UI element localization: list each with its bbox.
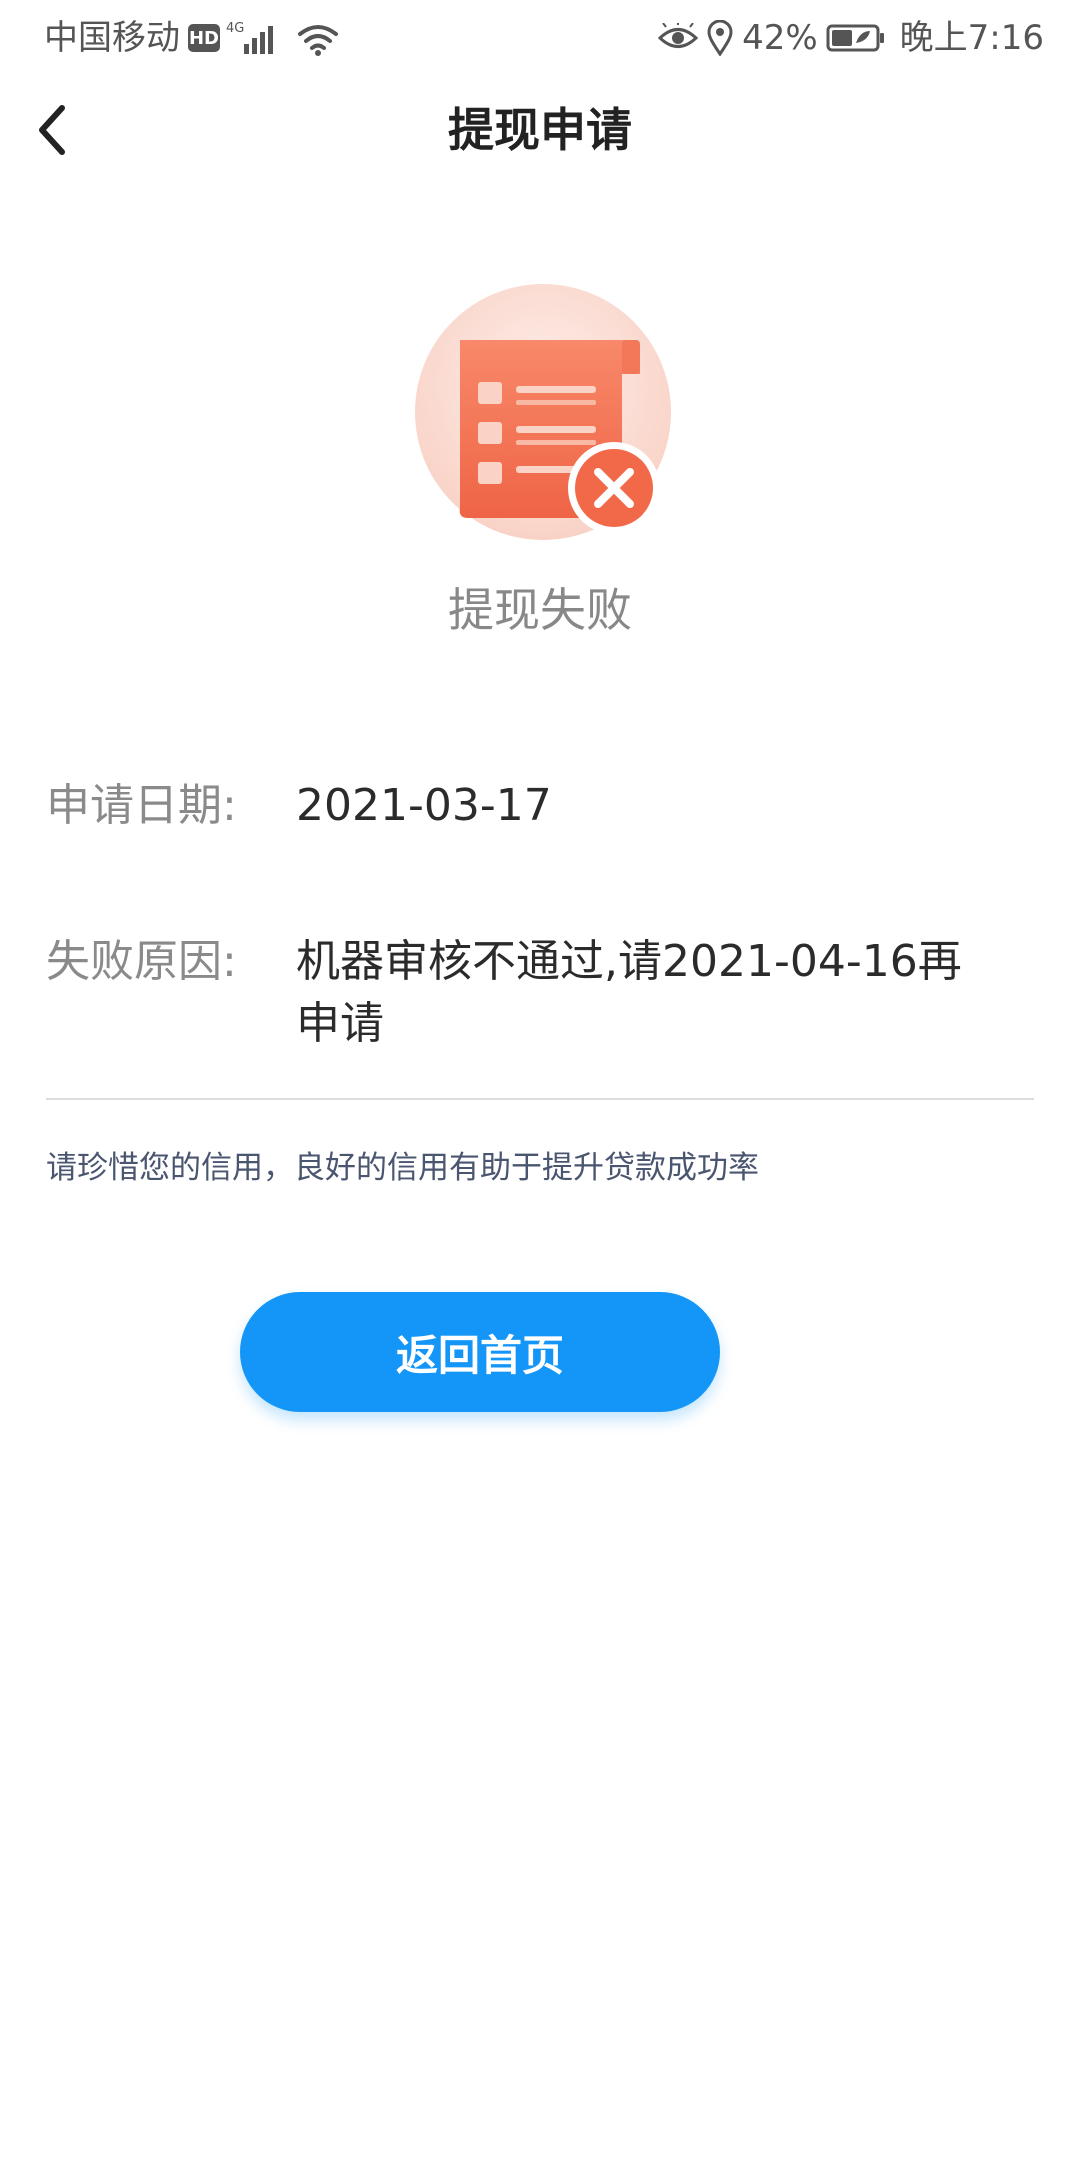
status-left: 中国移动 HD 4G — [44, 14, 340, 62]
clock: 晚上7:16 — [899, 18, 1044, 58]
return-home-button[interactable]: 返回首页 — [240, 1292, 720, 1412]
status-bar: 中国移动 HD 4G 42% 晚上7:16 — [0, 0, 1080, 76]
credit-tip: 请珍惜您的信用，良好的信用有助于提升贷款成功率 — [46, 1150, 759, 1186]
failure-reason-value: 机器审核不通过,请2021-04-16再 申请 — [296, 931, 1016, 1055]
chevron-left-icon[interactable] — [32, 102, 72, 158]
apply-date-label: 申请日期: — [46, 780, 237, 831]
apply-date-value: 2021-03-17 — [296, 780, 552, 831]
wifi-icon — [296, 18, 340, 58]
carrier-name: 中国移动 — [44, 18, 180, 58]
hd-icon: HD — [188, 24, 220, 52]
withdrawal-status: 提现失败 — [448, 583, 632, 637]
navigation-bar: 提现申请 — [0, 76, 1080, 184]
eye-icon — [658, 23, 699, 53]
network-type: 4G — [226, 21, 244, 36]
status-right: 42% 晚上7:16 — [658, 14, 1044, 62]
failure-reason-label: 失败原因: — [46, 936, 237, 987]
failure-reason-line-1: 机器审核不通过,请2021-04-16再 — [296, 936, 962, 987]
page-title: 提现申请 — [448, 103, 632, 157]
signal-icon: 4G — [226, 18, 288, 58]
location-icon — [706, 20, 734, 56]
failed-document-icon — [408, 282, 678, 552]
battery-icon — [826, 23, 886, 53]
failure-reason-line-2: 申请 — [296, 998, 384, 1049]
back-button[interactable] — [20, 98, 84, 162]
battery-percent: 42% — [742, 18, 818, 58]
divider — [46, 1098, 1034, 1100]
